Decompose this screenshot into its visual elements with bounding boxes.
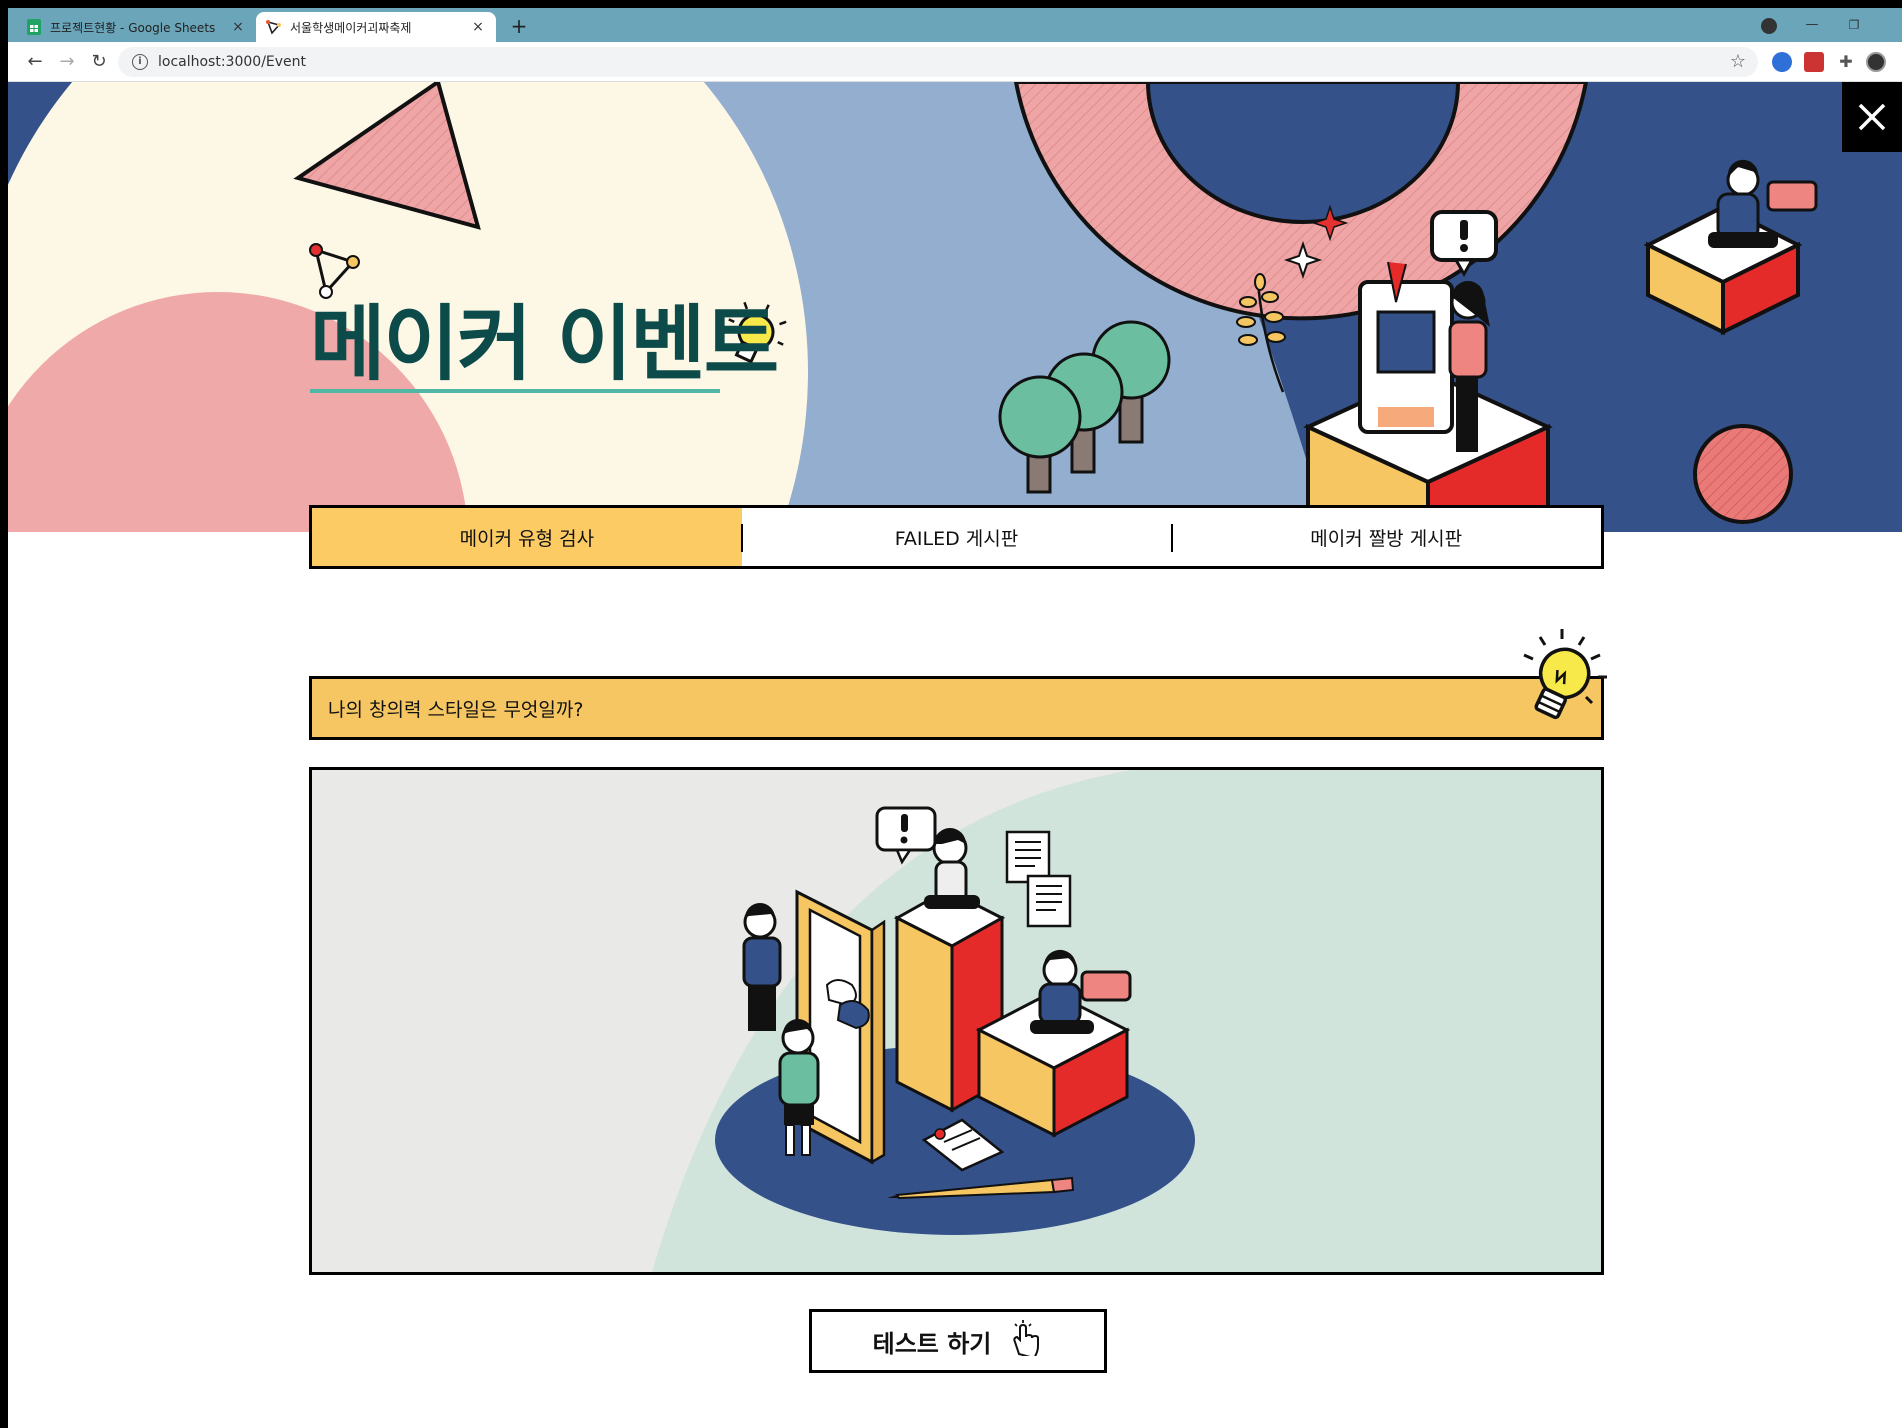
- tab-close-icon[interactable]: ×: [470, 19, 486, 35]
- pointer-hand-icon: [1009, 1320, 1043, 1362]
- tab-google-sheets[interactable]: 프로젝트현황 - Google Sheets ×: [16, 12, 256, 42]
- extension-icon[interactable]: [1772, 52, 1792, 72]
- avatar[interactable]: [1866, 52, 1886, 72]
- close-button[interactable]: [1842, 82, 1902, 152]
- reload-icon[interactable]: ↻: [86, 50, 112, 76]
- start-test-button[interactable]: 테스트 하기: [809, 1309, 1107, 1373]
- hero-illustration: [8, 82, 1902, 532]
- tab-search-icon[interactable]: [1761, 18, 1777, 34]
- url-text: localhost:3000/Event: [158, 54, 307, 70]
- tab-maker-festival[interactable]: 서울학생메이커괴짜축제 ×: [256, 12, 496, 42]
- browser-window: 프로젝트현황 - Google Sheets × 서울학생메이커괴짜축제 × +…: [8, 8, 1902, 1428]
- title-underline: [310, 389, 720, 393]
- start-test-label: 테스트 하기: [872, 1329, 992, 1358]
- event-tabs: 메이커 유형 검사 FAILED 게시판 메이커 짤방 게시판: [309, 505, 1604, 569]
- forward-arrow-icon[interactable]: →: [54, 50, 80, 76]
- test-illustration: [309, 767, 1604, 1275]
- minimize-button[interactable]: —: [1792, 14, 1832, 38]
- close-icon: [1858, 103, 1886, 131]
- tab-bar: 프로젝트현황 - Google Sheets × 서울학생메이커괴짜축제 × +…: [8, 8, 1902, 42]
- address-bar[interactable]: i localhost:3000/Event ☆: [118, 47, 1758, 77]
- new-tab-button[interactable]: +: [506, 14, 532, 40]
- tab-title: 프로젝트현황 - Google Sheets: [50, 20, 216, 35]
- bookmark-star-icon[interactable]: ☆: [1730, 51, 1746, 72]
- puzzle-icon[interactable]: ✚: [1836, 52, 1856, 72]
- info-icon[interactable]: i: [132, 54, 148, 70]
- tab-maker-type-test[interactable]: 메이커 유형 검사: [312, 508, 742, 566]
- page-title: 메이커 이벤트: [310, 297, 779, 392]
- maker-logo-icon: [266, 19, 282, 35]
- hero-banner: 메이커 이벤트: [8, 82, 1902, 532]
- tab-title: 서울학생메이커괴짜축제: [290, 20, 412, 35]
- question-text: 나의 창의력 스타일은 무엇일까?: [328, 698, 584, 721]
- tab-maker-meme-board[interactable]: 메이커 짤방 게시판: [1171, 508, 1601, 566]
- restore-button[interactable]: ❐: [1834, 14, 1874, 38]
- question-banner: 나의 창의력 스타일은 무엇일까?: [309, 676, 1604, 740]
- page-content: 메이커 이벤트 메이커 유형 검사 FAILED 게시판 메이커 짤방 게시판 …: [8, 82, 1902, 1428]
- tab-close-icon[interactable]: ×: [230, 19, 246, 35]
- back-arrow-icon[interactable]: ←: [22, 50, 48, 76]
- browser-toolbar: ← → ↻ i localhost:3000/Event ☆ ✚: [8, 42, 1902, 82]
- hero-title-block: 메이커 이벤트: [310, 297, 779, 393]
- tab-divider: [741, 524, 743, 552]
- extension-icon[interactable]: [1804, 52, 1824, 72]
- lightbulb-icon: [1518, 627, 1608, 731]
- tab-divider: [1171, 524, 1173, 552]
- tab-failed-board[interactable]: FAILED 게시판: [742, 508, 1172, 566]
- google-sheets-icon: [26, 19, 42, 35]
